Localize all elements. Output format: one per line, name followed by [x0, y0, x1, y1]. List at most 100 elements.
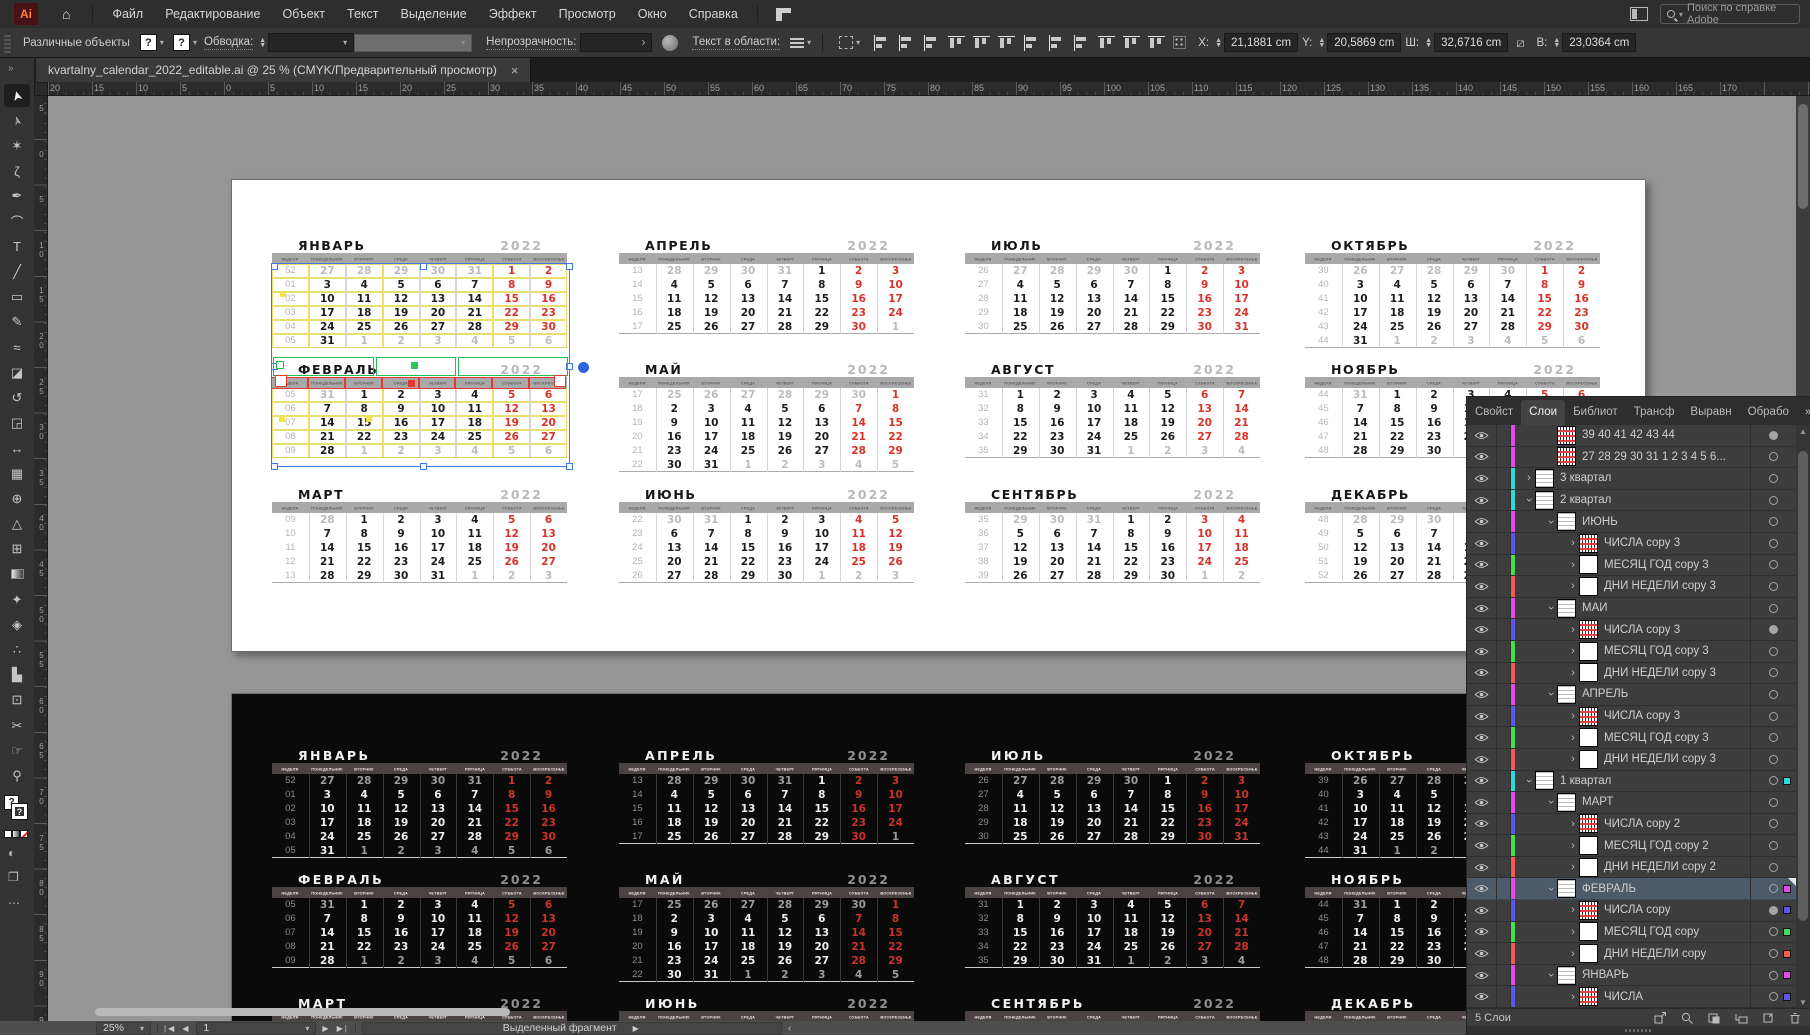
- date-cell[interactable]: 5: [877, 458, 914, 472]
- date-cell[interactable]: 27: [1076, 320, 1113, 334]
- global-edit-icon[interactable]: [662, 34, 679, 51]
- visibility-eye-icon[interactable]: [1467, 425, 1497, 446]
- date-cell[interactable]: 29: [1002, 444, 1039, 458]
- selection-handle[interactable]: [566, 463, 573, 470]
- date-cell[interactable]: 12: [1149, 912, 1186, 926]
- date-cell[interactable]: 20: [730, 306, 767, 320]
- date-cell[interactable]: 2: [767, 968, 804, 982]
- date-cell[interactable]: 1: [730, 968, 767, 982]
- date-cell[interactable]: 7: [1113, 278, 1150, 292]
- selection-handle[interactable]: [420, 263, 427, 270]
- week-number-cell[interactable]: 32: [965, 402, 1002, 416]
- date-cell[interactable]: 6: [530, 954, 567, 968]
- week-number-cell[interactable]: 15: [619, 802, 656, 816]
- layer-name[interactable]: ДНИ НЕДЕЛИ copy 3: [1604, 753, 1716, 765]
- date-cell[interactable]: 26: [767, 444, 804, 458]
- target-circle-icon[interactable]: [1769, 797, 1778, 807]
- date-cell[interactable]: 10: [1076, 912, 1113, 926]
- date-cell[interactable]: 3: [693, 402, 730, 416]
- date-cell[interactable]: 9: [1149, 527, 1186, 541]
- date-cell[interactable]: 14: [840, 926, 877, 940]
- selection-anchor[interactable]: [554, 375, 566, 387]
- x-field[interactable]: 21,1881 cm: [1224, 33, 1299, 52]
- date-cell[interactable]: 2: [840, 569, 877, 583]
- expand-arrow-icon[interactable]: ›: [1523, 494, 1535, 506]
- date-cell[interactable]: 3: [1186, 513, 1223, 527]
- date-cell[interactable]: 7: [1416, 527, 1453, 541]
- collect-for-export-icon[interactable]: [1653, 1011, 1667, 1025]
- date-cell[interactable]: 11: [456, 527, 493, 541]
- date-cell[interactable]: 16: [383, 541, 420, 555]
- panel-tab-обрабо[interactable]: Обрабо: [1740, 400, 1797, 425]
- lock-toggle[interactable]: [1497, 532, 1511, 554]
- target-circle-icon[interactable]: [1769, 625, 1778, 635]
- date-cell[interactable]: 3: [419, 388, 457, 402]
- date-cell[interactable]: 30: [840, 388, 877, 402]
- layer-thumbnail[interactable]: [1579, 922, 1598, 942]
- date-cell[interactable]: 12: [1416, 292, 1453, 306]
- date-cell[interactable]: 20: [1186, 926, 1223, 940]
- reference-point-grid-icon[interactable]: [1173, 36, 1187, 49]
- date-cell[interactable]: 24: [693, 444, 730, 458]
- calendar-month-6[interactable]: ИЮНЬ 2022 НЕДЕЛЯ ПОНЕДЕЛЬНИК ВТОРНИК СРЕДА ЧЕТ…: [619, 996, 914, 1021]
- date-cell[interactable]: 4: [456, 388, 494, 402]
- visibility-eye-icon[interactable]: [1467, 921, 1497, 943]
- text-align-icon[interactable]: [790, 37, 805, 48]
- expand-arrow-icon[interactable]: ›: [1545, 516, 1557, 528]
- align-icon[interactable]: [898, 34, 915, 51]
- week-number-cell[interactable]: 52: [272, 774, 309, 788]
- date-cell[interactable]: 18: [730, 940, 767, 954]
- date-cell[interactable]: 25: [456, 430, 494, 444]
- date-cell[interactable]: 16: [1416, 926, 1453, 940]
- date-cell[interactable]: 5: [693, 788, 730, 802]
- last-artboard-icon[interactable]: ▶|: [337, 1024, 349, 1033]
- date-cell[interactable]: 14: [1489, 292, 1526, 306]
- anchor-point[interactable]: [280, 291, 286, 297]
- date-cell[interactable]: 3: [803, 513, 840, 527]
- date-cell[interactable]: 27: [309, 774, 346, 788]
- date-cell[interactable]: 7: [309, 912, 346, 926]
- expand-arrow-icon[interactable]: ›: [1545, 969, 1557, 981]
- date-cell[interactable]: 30: [530, 830, 567, 844]
- layer-thumbnail[interactable]: [1579, 857, 1598, 877]
- date-cell[interactable]: 6: [730, 788, 767, 802]
- lock-toggle[interactable]: [1497, 705, 1511, 727]
- week-number-cell[interactable]: 32: [965, 912, 1002, 926]
- width-field[interactable]: 32,6716 cm: [1434, 33, 1509, 52]
- date-cell[interactable]: 27: [530, 555, 567, 569]
- date-cell[interactable]: 28: [1416, 774, 1453, 788]
- selection-handle[interactable]: [271, 463, 278, 470]
- date-cell[interactable]: 3: [1186, 954, 1223, 968]
- date-cell[interactable]: 6: [656, 527, 693, 541]
- date-cell[interactable]: 28: [1416, 569, 1453, 583]
- date-cell[interactable]: 9: [1416, 912, 1453, 926]
- date-cell[interactable]: 29: [493, 830, 530, 844]
- lock-toggle[interactable]: [1497, 964, 1511, 986]
- target-circle-icon[interactable]: [1769, 603, 1778, 613]
- date-cell[interactable]: 9: [656, 416, 693, 430]
- week-number-cell[interactable]: 39: [1305, 264, 1342, 278]
- anchor-point[interactable]: [279, 416, 285, 422]
- date-cell[interactable]: 27: [1379, 264, 1416, 278]
- week-number-cell[interactable]: 21: [619, 444, 656, 458]
- layers-row[interactable]: › ДНИ НЕДЕЛИ copy 2: [1467, 856, 1797, 879]
- date-cell[interactable]: 12: [767, 416, 804, 430]
- date-cell[interactable]: 27: [730, 830, 767, 844]
- visibility-eye-icon[interactable]: [1467, 727, 1497, 748]
- date-cell[interactable]: 11: [656, 802, 693, 816]
- date-cell[interactable]: 10: [419, 402, 457, 416]
- month-name[interactable]: ИЮЛЬ: [991, 748, 1046, 763]
- gradient-tool-icon[interactable]: [4, 563, 30, 586]
- date-cell[interactable]: 1: [1379, 898, 1416, 912]
- calendar-month-10[interactable]: ОКТЯБРЬ2022НЕДЕЛЯПОНЕДЕЛЬНИКВТОРНИКСРЕДА…: [1305, 238, 1600, 348]
- date-cell[interactable]: 19: [1039, 816, 1076, 830]
- layers-row[interactable]: › 1 квартал: [1467, 770, 1797, 793]
- date-cell[interactable]: 6: [730, 278, 767, 292]
- date-cell[interactable]: 2: [767, 513, 804, 527]
- scroll-down-icon[interactable]: ▼: [1799, 998, 1807, 1007]
- date-cell[interactable]: 20: [1379, 555, 1416, 569]
- month-name[interactable]: МАРТ: [298, 487, 344, 502]
- date-cell[interactable]: 4: [1113, 898, 1150, 912]
- date-cell[interactable]: 13: [530, 402, 567, 416]
- date-cell[interactable]: 12: [493, 527, 530, 541]
